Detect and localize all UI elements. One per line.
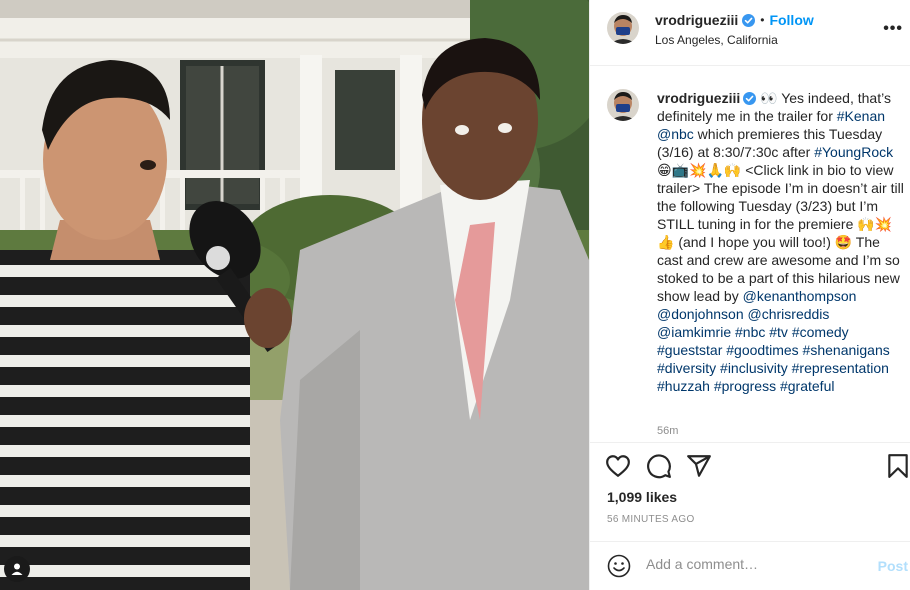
comment-icon[interactable] (646, 453, 672, 479)
mention-link[interactable]: @iamkimrie (657, 324, 731, 340)
caption-username[interactable]: vrodrigueziii (657, 90, 740, 106)
more-options-icon[interactable]: ••• (883, 20, 903, 38)
hashtag-kenan[interactable]: #Kenan (837, 108, 885, 124)
heart-icon[interactable] (605, 453, 631, 479)
mention-link[interactable]: @kenanthompson (743, 288, 857, 304)
bookmark-icon[interactable] (885, 453, 910, 479)
comment-input[interactable] (646, 556, 866, 572)
hashtag-youngrock[interactable]: #YoungRock (814, 144, 893, 160)
hashtag-link[interactable]: #diversity (657, 360, 716, 376)
likes-count[interactable]: 1,099 likes (607, 489, 677, 505)
hashtag-link[interactable]: #goodtimes (726, 342, 798, 358)
separator-dot: • (760, 13, 765, 27)
hashtag-link[interactable]: #tv (769, 324, 788, 340)
post-media[interactable] (0, 0, 589, 590)
hashtag-link[interactable]: #grateful (780, 378, 834, 394)
hashtag-link[interactable]: #gueststar (657, 342, 722, 358)
post-header: vrodrigueziii • Follow Los Angeles, Cali… (590, 0, 910, 66)
mention-nbc[interactable]: @nbc (657, 126, 694, 142)
caption-timestamp[interactable]: 56m (657, 425, 678, 437)
user-tag-icon[interactable] (4, 556, 30, 582)
avatar[interactable] (607, 12, 639, 44)
share-icon[interactable] (686, 453, 712, 479)
header-username[interactable]: vrodrigueziii (655, 12, 738, 28)
caption-avatar[interactable] (607, 89, 639, 121)
hashtag-link[interactable]: #progress (714, 378, 776, 394)
emoji-icon[interactable] (607, 554, 631, 578)
post-comment-button[interactable]: Post (878, 558, 908, 574)
hashtag-link[interactable]: #nbc (735, 324, 765, 340)
caption-section: vrodrigueziii 👀 Yes indeed, that’s defin… (590, 67, 910, 443)
action-bar (590, 444, 910, 488)
location-link[interactable]: Los Angeles, California (655, 33, 778, 47)
post-timestamp[interactable]: 56 MINUTES AGO (607, 514, 695, 525)
mention-link[interactable]: @chrisreddis (748, 306, 830, 322)
caption-part-3: 😁📺💥🙏🙌 <Click link in bio to view trailer… (657, 162, 904, 304)
caption-text: vrodrigueziii 👀 Yes indeed, that’s defin… (657, 89, 905, 395)
hashtag-link[interactable]: #huzzah (657, 378, 710, 394)
follow-button[interactable]: Follow (769, 12, 813, 28)
comment-bar: Post (590, 541, 910, 590)
hashtag-link[interactable]: #inclusivity (720, 360, 788, 376)
caption-verified-badge-icon (743, 92, 757, 105)
mention-link[interactable]: @donjohnson (657, 306, 744, 322)
post-photo (0, 0, 589, 590)
hashtag-link[interactable]: #shenanigans (803, 342, 890, 358)
hashtag-link[interactable]: #representation (792, 360, 889, 376)
verified-badge-icon (742, 13, 756, 27)
post-side-panel: vrodrigueziii • Follow Los Angeles, Cali… (589, 0, 910, 590)
hashtag-link[interactable]: #comedy (792, 324, 849, 340)
